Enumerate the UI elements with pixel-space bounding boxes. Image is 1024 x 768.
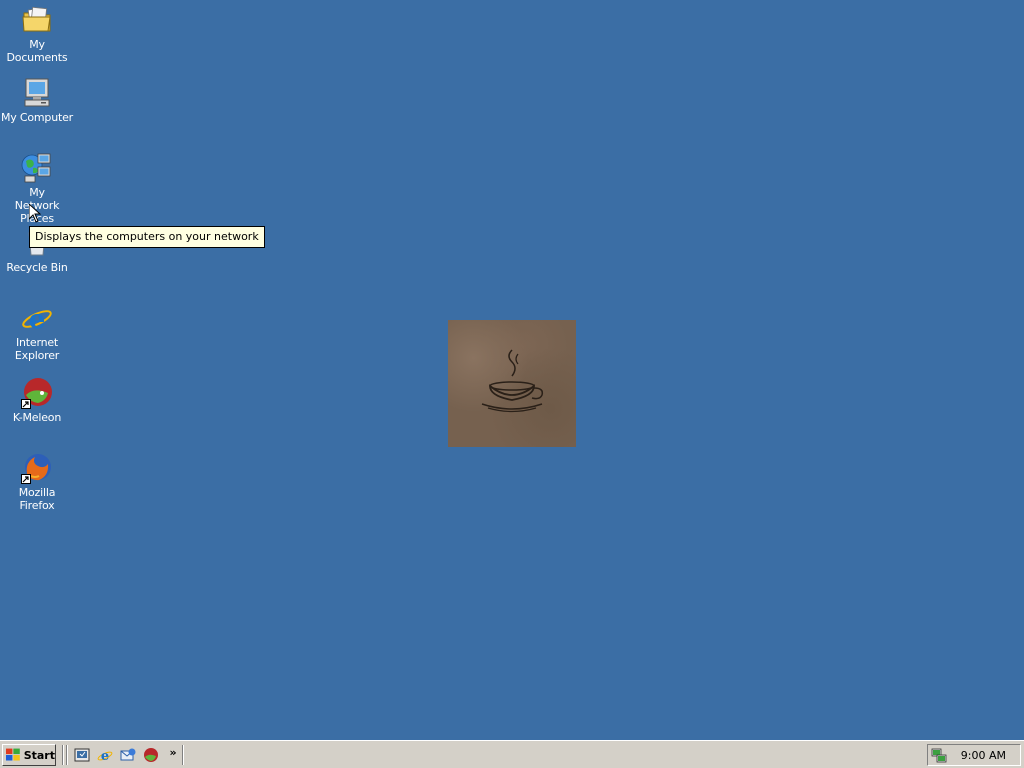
shortcut-arrow-icon (21, 474, 31, 484)
wallpaper-image (448, 320, 576, 447)
computer-icon (21, 77, 53, 109)
tooltip: Displays the computers on your network (29, 226, 265, 248)
start-button[interactable]: Start (2, 744, 56, 766)
firefox-desktop-icon[interactable]: Mozilla Firefox (0, 452, 74, 512)
network-places-icon (21, 152, 53, 184)
firefox-icon (21, 452, 53, 484)
k-meleon-desktop-icon[interactable]: K-Meleon (0, 377, 74, 424)
desktop-icon-label: Mozilla Firefox (18, 486, 56, 512)
desktop-icon-label: My Computer (1, 111, 73, 124)
svg-text:e: e (29, 305, 46, 334)
windows-logo-icon (6, 748, 20, 761)
desktop-icon-label: Recycle Bin (6, 261, 68, 274)
internet-explorer-icon: e (21, 302, 53, 335)
shortcut-arrow-icon (21, 399, 31, 409)
internet-explorer-desktop-icon[interactable]: e Internet Explorer (0, 302, 74, 362)
taskbar-separator (62, 745, 64, 765)
k-meleon-icon (21, 377, 53, 409)
show-desktop-icon[interactable] (74, 747, 90, 763)
clock[interactable]: 9:00 AM (961, 749, 1006, 762)
my-documents-desktop-icon[interactable]: My Documents (0, 4, 74, 64)
start-label: Start (23, 748, 55, 762)
coffee-cup-icon (481, 349, 544, 413)
taskbar-separator (66, 745, 68, 765)
desktop-icon-label: Internet Explorer (14, 336, 60, 362)
outlook-express-icon[interactable] (120, 747, 136, 763)
internet-explorer-icon[interactable]: e (97, 747, 113, 763)
folder-documents-icon (21, 4, 53, 36)
desktop[interactable]: My Documents My Computer My Network Recy… (0, 0, 1024, 740)
k-meleon-icon[interactable] (143, 747, 159, 763)
quick-launch-chevron[interactable]: » (168, 746, 178, 759)
desktop-icon-label: K-Meleon (12, 411, 62, 424)
system-tray: 9:00 AM (927, 744, 1021, 766)
taskbar: Start e » 9:00 AM (0, 740, 1024, 768)
desktop-icon-label: My Documents (6, 38, 68, 64)
network-connection-icon[interactable] (931, 747, 947, 763)
my-computer-desktop-icon[interactable]: My Computer (0, 77, 74, 124)
svg-text:e: e (101, 749, 109, 763)
mouse-cursor-icon (29, 204, 41, 223)
taskbar-separator (182, 745, 184, 765)
